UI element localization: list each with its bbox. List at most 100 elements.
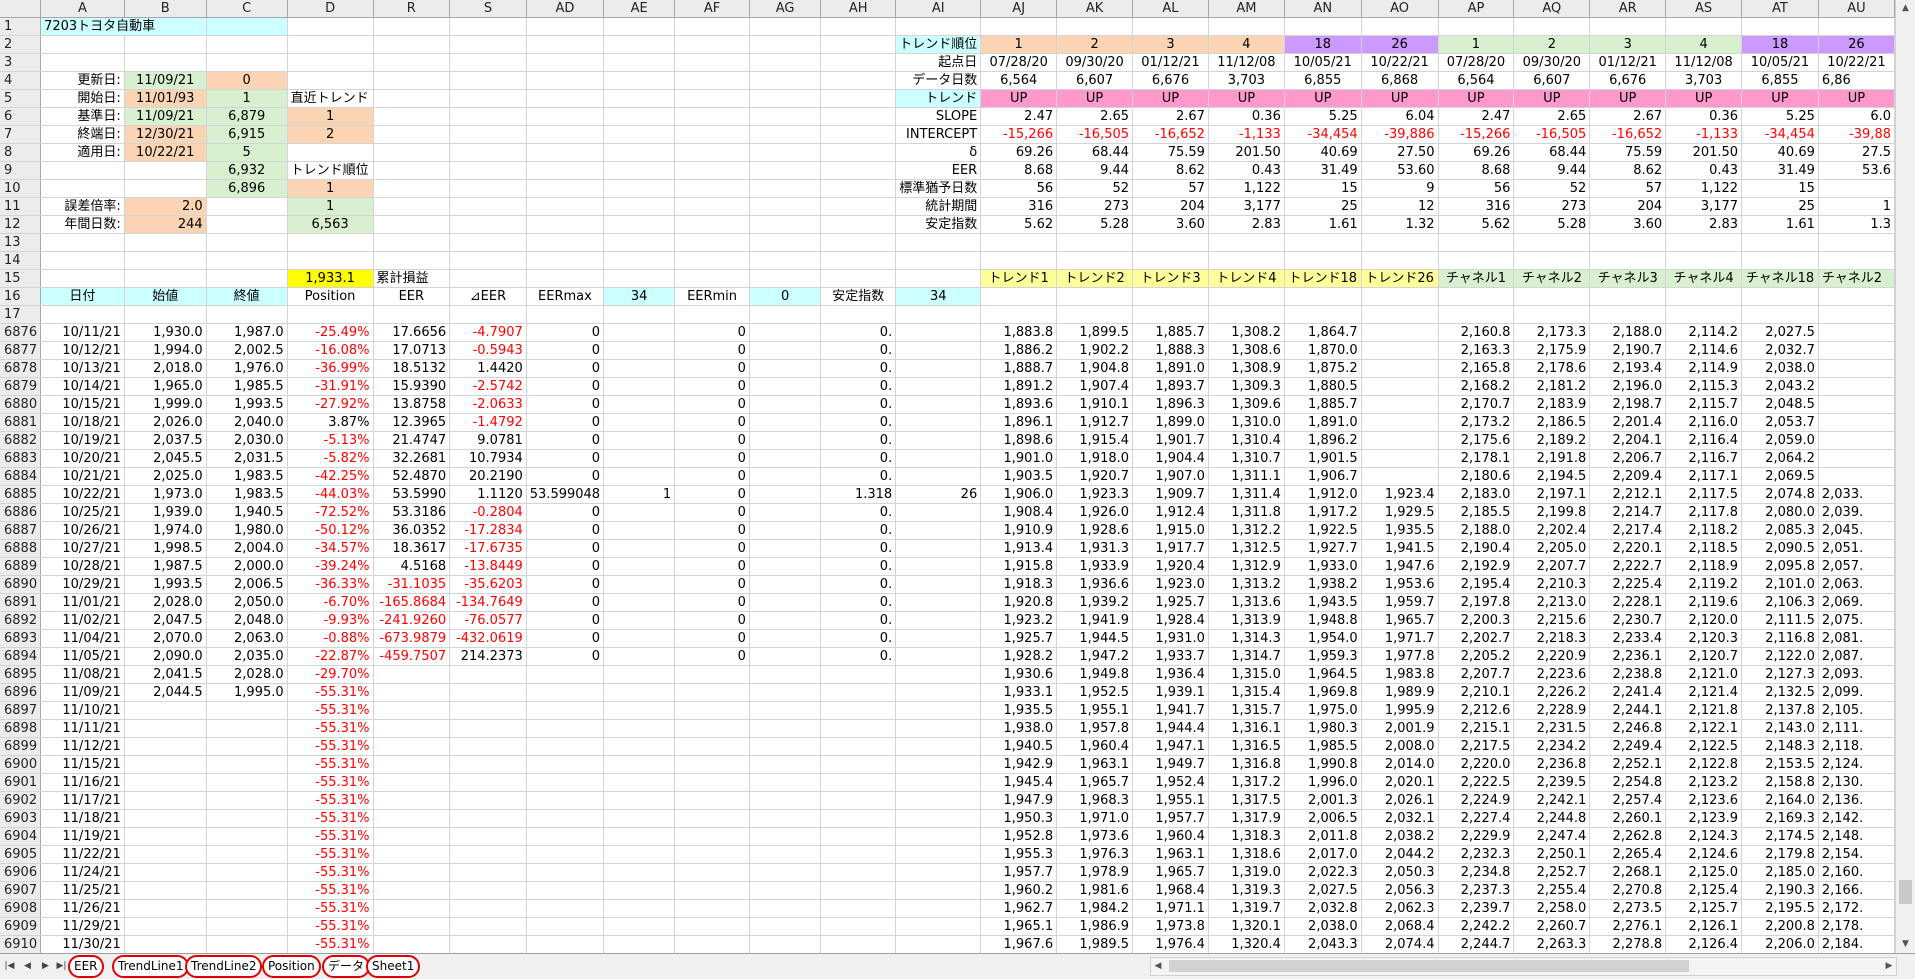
cell-b[interactable] — [124, 251, 207, 270]
cell-ai[interactable] — [895, 17, 982, 36]
cell-ak[interactable]: 1,968.3 — [1056, 791, 1134, 810]
cell-am[interactable]: -1,133 — [1208, 125, 1285, 144]
cell-s[interactable]: -1.4792 — [449, 413, 527, 432]
cell-ap[interactable]: 2,220.0 — [1438, 755, 1515, 774]
cell-ae[interactable] — [603, 143, 676, 162]
cell-ap[interactable]: UP — [1438, 89, 1515, 108]
cell-ah[interactable] — [820, 881, 897, 900]
cell-ad[interactable]: 0 — [526, 395, 605, 414]
cell-ar[interactable]: 3 — [1589, 35, 1667, 54]
cell-as[interactable]: 2,120.3 — [1665, 629, 1743, 648]
cell-ar[interactable]: 8.62 — [1589, 161, 1667, 180]
cell-al[interactable]: 1,904.4 — [1132, 449, 1209, 468]
last-sheet-icon[interactable]: ▶| — [56, 958, 67, 974]
cell-d[interactable] — [286, 71, 374, 90]
cell-ag[interactable] — [749, 845, 822, 864]
cell-an[interactable] — [1284, 251, 1362, 270]
cell-b[interactable]: 10/22/21 — [124, 143, 207, 162]
cell-an[interactable] — [1284, 305, 1362, 324]
cell-ar[interactable]: 2,278.8 — [1589, 935, 1667, 953]
cell-ah[interactable]: 0. — [820, 521, 897, 540]
cell-ag[interactable] — [749, 791, 822, 810]
sheet-tab-position[interactable]: Position — [262, 955, 321, 978]
cell-af[interactable]: 0 — [674, 449, 750, 468]
cell-b[interactable]: 2,047.5 — [124, 611, 207, 630]
cell-b[interactable] — [124, 917, 207, 936]
spreadsheet-grid[interactable]: A B C D R S AD AE AF AG AH AI AJ AK AL AM AN AO AP AQ AR AS AT… — [0, 0, 1895, 953]
column-header-aj[interactable]: AJ — [980, 0, 1058, 18]
cell-ar[interactable]: 57 — [1589, 179, 1667, 198]
cell-ah[interactable]: 0. — [820, 323, 897, 342]
cell-ap[interactable]: 2,215.1 — [1438, 719, 1515, 738]
cell-an[interactable]: 1,927.7 — [1284, 539, 1362, 558]
cell-ah[interactable] — [820, 665, 897, 684]
cell-au[interactable] — [1818, 287, 1895, 306]
cell-aq[interactable]: 2,250.1 — [1513, 845, 1591, 864]
cell-ao[interactable]: 1,923.4 — [1361, 485, 1439, 504]
cell-aj[interactable]: 2.47 — [980, 107, 1058, 126]
cell-ap[interactable]: 2,183.0 — [1438, 485, 1515, 504]
cell-ah[interactable] — [820, 179, 897, 198]
cell-at[interactable]: 2,174.5 — [1741, 827, 1819, 846]
cell-ar[interactable]: 2,276.1 — [1589, 917, 1667, 936]
cell-at[interactable]: 6,855 — [1741, 71, 1819, 90]
cell-am[interactable]: 1,309.3 — [1208, 377, 1285, 396]
cell-at[interactable]: 2,179.8 — [1741, 845, 1819, 864]
cell-au[interactable]: 6.0 — [1818, 107, 1895, 126]
cell-al[interactable] — [1132, 305, 1209, 324]
cell-ar[interactable] — [1589, 305, 1667, 324]
select-all-corner[interactable] — [0, 0, 42, 18]
cell-ah[interactable] — [820, 269, 897, 288]
cell-au[interactable]: 26 — [1818, 35, 1895, 54]
cell-ah[interactable] — [820, 125, 897, 144]
cell-c[interactable]: 1,983.5 — [206, 467, 288, 486]
cell-d[interactable]: -50.12% — [286, 521, 374, 540]
cell-ae[interactable] — [603, 737, 676, 756]
cell-c[interactable]: 1,987.0 — [206, 323, 288, 342]
cell-al[interactable]: -16,652 — [1132, 125, 1209, 144]
cell-am[interactable]: 3,703 — [1208, 71, 1285, 90]
cell-as[interactable]: 2,120.7 — [1665, 647, 1743, 666]
cell-ai[interactable] — [895, 935, 982, 953]
cell-ak[interactable]: 1,973.6 — [1056, 827, 1134, 846]
cell-d[interactable]: -55.31% — [286, 935, 374, 953]
column-header-af[interactable]: AF — [674, 0, 750, 18]
cell-ap[interactable]: 8.68 — [1438, 161, 1515, 180]
cell-d[interactable] — [286, 251, 374, 270]
cell-an[interactable]: 1,969.8 — [1284, 683, 1362, 702]
cell-b[interactable] — [124, 773, 207, 792]
cell-ao[interactable]: 6.04 — [1361, 107, 1439, 126]
cell-r[interactable]: 17.0713 — [373, 341, 451, 360]
cell-al[interactable]: 1,920.4 — [1132, 557, 1209, 576]
cell-aj[interactable]: 1,891.2 — [980, 377, 1058, 396]
cell-aj[interactable]: 69.26 — [980, 143, 1058, 162]
cell-s[interactable] — [449, 197, 527, 216]
cell-al[interactable] — [1132, 287, 1209, 306]
cell-ar[interactable]: 2,254.8 — [1589, 773, 1667, 792]
cell-ad[interactable]: 0 — [526, 647, 605, 666]
cell-am[interactable]: 201.50 — [1208, 143, 1285, 162]
cell-d[interactable]: 1 — [286, 197, 374, 216]
cell-ar[interactable]: 2,198.7 — [1589, 395, 1667, 414]
cell-r[interactable]: 36.0352 — [373, 521, 451, 540]
cell-d[interactable]: -6.70% — [286, 593, 374, 612]
cell-a[interactable] — [40, 233, 125, 252]
cell-ak[interactable]: 1,931.3 — [1056, 539, 1134, 558]
cell-a[interactable]: 10/13/21 — [40, 359, 125, 378]
cell-ak[interactable]: 52 — [1056, 179, 1134, 198]
cell-ag[interactable] — [749, 593, 822, 612]
cell-ar[interactable]: 2,217.4 — [1589, 521, 1667, 540]
cell-am[interactable]: 1,315.4 — [1208, 683, 1285, 702]
cell-at[interactable]: 2,027.5 — [1741, 323, 1819, 342]
cell-ae[interactable] — [603, 269, 676, 288]
column-header-b[interactable]: B — [124, 0, 207, 18]
cell-ai[interactable] — [895, 719, 982, 738]
cell-an[interactable]: 10/05/21 — [1284, 53, 1362, 72]
cell-ar[interactable]: チャネル3 — [1589, 269, 1667, 288]
row-header[interactable]: 6895 — [0, 665, 42, 684]
cell-au[interactable]: 2,184. — [1818, 935, 1895, 953]
cell-aq[interactable]: 6,607 — [1513, 71, 1591, 90]
cell-ad[interactable]: 0 — [526, 377, 605, 396]
cell-ap[interactable]: 2,237.3 — [1438, 881, 1515, 900]
cell-af[interactable] — [674, 179, 750, 198]
